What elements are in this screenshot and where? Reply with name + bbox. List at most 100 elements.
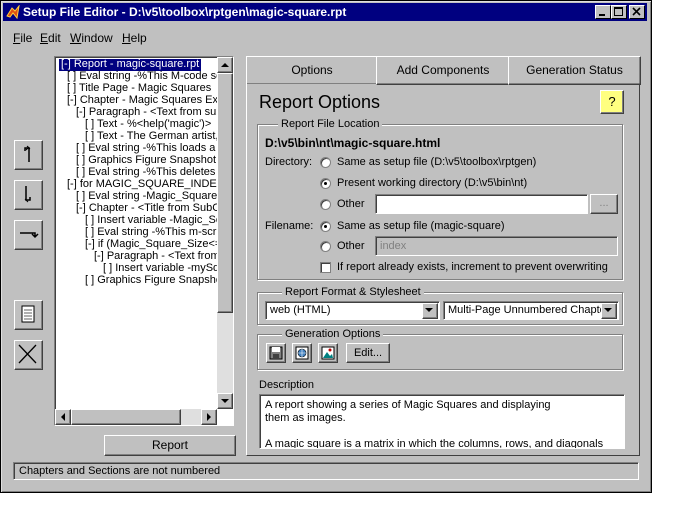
tree-item[interactable]: [-] Paragraph - <Text from [94, 250, 220, 263]
browser-globe-icon [295, 346, 309, 360]
description-label: Description [259, 379, 315, 391]
dir-other-label: Other [337, 198, 365, 210]
title-bar[interactable]: Setup File Editor - D:\v5\toolbox\rptgen… [3, 3, 647, 21]
dir-same-as-setup-radio[interactable] [320, 157, 331, 168]
directory-label: Directory: [265, 156, 313, 168]
chevron-down-icon [604, 308, 612, 312]
menu-window-accel: W [70, 31, 82, 45]
increment-checkbox-label: If report already exists, increment to p… [337, 261, 608, 273]
report-format-title: Report Format & Stylesheet [282, 286, 424, 298]
move-down-button[interactable] [14, 180, 43, 210]
demote-button[interactable] [14, 220, 43, 250]
other-directory-input[interactable] [375, 194, 588, 214]
tree-item[interactable]: [ ] Text - %<help('magic')> [85, 118, 211, 131]
status-text: Chapters and Sections are not numbered [19, 465, 221, 477]
tab-add-components[interactable]: Add Components [376, 56, 510, 85]
tree-item[interactable]: [-] for MAGIC_SQUARE_INDEX [67, 178, 224, 191]
status-bar: Chapters and Sections are not numbered [13, 462, 639, 480]
browse-directory-button[interactable]: ... [590, 194, 618, 214]
generation-options-title: Generation Options [282, 328, 384, 340]
file-other-radio[interactable] [320, 241, 331, 252]
tree-item[interactable]: [-] Chapter - Magic Squares Exp [67, 94, 224, 107]
delete-x-icon [18, 344, 37, 364]
tree-item[interactable]: [ ] Eval string -%This deletes t [76, 166, 222, 179]
tree-item[interactable]: [ ] Eval string -Magic_Square_ [76, 190, 223, 203]
description-textarea[interactable]: A report showing a series of Magic Squar… [259, 394, 625, 449]
menu-edit[interactable]: Edit [40, 31, 61, 45]
maximize-icon [614, 7, 623, 16]
menu-window-rest: indow [81, 31, 113, 45]
dir-present-working-label: Present working directory (D:\v5\bin\nt) [337, 177, 528, 189]
scroll-down-icon [221, 399, 229, 403]
tab-options[interactable]: Options [246, 56, 378, 84]
tree-vertical-scrollbar[interactable] [217, 57, 233, 409]
tree-item-report[interactable]: [-] Report - magic-square.rpt [59, 58, 202, 71]
tree-item[interactable]: [ ] Eval string -%This loads a s [76, 142, 224, 155]
menu-file[interactable]: File [13, 31, 32, 45]
dir-other-radio[interactable] [320, 199, 331, 210]
menu-help-rest: elp [130, 31, 147, 45]
move-up-button[interactable] [14, 140, 43, 170]
browser-preview-button[interactable] [292, 343, 312, 363]
menu-help[interactable]: Help [122, 31, 147, 45]
edit-options-button[interactable]: Edit... [346, 343, 390, 363]
scroll-thumb[interactable] [217, 73, 233, 313]
scroll-right-icon [207, 413, 211, 421]
description-line: A report showing a series of Magic Squar… [265, 399, 551, 411]
close-button[interactable] [629, 5, 645, 19]
increment-checkbox[interactable] [320, 262, 331, 273]
format-select[interactable]: web (HTML) [265, 301, 440, 320]
tree-item[interactable]: [-] if (Magic_Square_Size<= [85, 238, 221, 251]
tree-item[interactable]: [ ] Insert variable -Magic_Sc [85, 214, 221, 227]
tree-item[interactable]: [ ] Graphics Figure Snapshot [85, 274, 225, 287]
description-line [265, 425, 619, 438]
tree-item[interactable]: [ ] Eval string -%This M-code se [67, 70, 222, 83]
stylesheet-select-value: Multi-Page Unnumbered Chapter [448, 304, 610, 316]
image-icon [321, 346, 335, 360]
report-button[interactable]: Report [104, 435, 236, 456]
delete-component-button[interactable] [14, 340, 43, 370]
menu-help-accel: H [122, 31, 131, 45]
dir-present-working-radio[interactable] [320, 178, 331, 189]
tree-item[interactable]: [ ] Title Page - Magic Squares [67, 82, 211, 95]
close-icon [632, 7, 641, 16]
horizontal-scroll-thumb[interactable] [71, 409, 181, 425]
save-format-button[interactable] [266, 343, 286, 363]
report-file-path: D:\v5\bin\nt\magic-square.html [265, 136, 441, 150]
tree-item[interactable]: [ ] Insert variable -mySqu [103, 262, 225, 275]
help-button[interactable]: ? [600, 90, 624, 114]
tree-item[interactable]: [-] Chapter - <Title from SubCo [76, 202, 226, 215]
tab-generation-status[interactable]: Generation Status [508, 56, 641, 85]
tree-item[interactable]: [ ] Text - The German artist, [85, 130, 218, 143]
report-options-heading: Report Options [259, 92, 381, 112]
chevron-down-icon [425, 308, 433, 312]
stylesheet-dropdown-button[interactable] [601, 303, 617, 319]
outline-tree[interactable]: [-] Report - magic-square.rpt [ ] Eval s… [54, 56, 234, 426]
file-same-as-setup-radio[interactable] [320, 221, 331, 232]
stylesheet-select[interactable]: Multi-Page Unnumbered Chapter [443, 301, 619, 320]
report-file-location-title: Report File Location [278, 118, 383, 130]
file-other-label: Other [337, 240, 365, 252]
format-dropdown-button[interactable] [422, 303, 438, 319]
minimize-button[interactable] [595, 5, 611, 19]
tree-item[interactable]: [ ] Graphics Figure Snapshot [76, 154, 216, 167]
menu-window[interactable]: Window [70, 31, 113, 45]
tree-item[interactable]: [ ] Eval string -%This m-scrip [85, 226, 225, 239]
tree-item[interactable]: [-] Paragraph - <Text from sub [76, 106, 222, 119]
scroll-up-button[interactable] [217, 57, 233, 73]
tree-horizontal-scrollbar[interactable] [55, 409, 217, 425]
other-filename-input[interactable]: index [375, 236, 618, 256]
menu-edit-rest: dit [48, 31, 61, 45]
image-options-button[interactable] [318, 343, 338, 363]
demote-arrow-icon [20, 232, 39, 239]
scroll-left-button[interactable] [55, 409, 71, 425]
help-question-icon: ? [608, 94, 616, 109]
format-select-value: web (HTML) [270, 304, 331, 316]
scroll-up-icon [221, 63, 229, 67]
radio-selected-dot [324, 182, 327, 185]
scroll-down-button[interactable] [217, 393, 233, 409]
properties-button[interactable] [14, 300, 43, 330]
maximize-button[interactable] [611, 5, 627, 19]
scroll-right-button[interactable] [201, 409, 217, 425]
minimize-icon [599, 14, 605, 16]
